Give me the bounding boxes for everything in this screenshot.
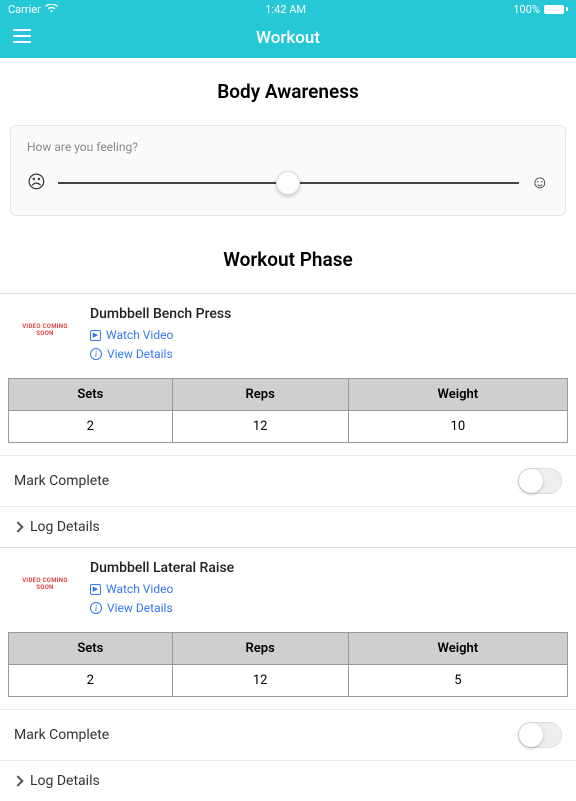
- watch-video-link[interactable]: ▶Watch Video: [90, 582, 562, 596]
- section-title-phase: Workout Phase: [0, 226, 576, 293]
- log-details-label: Log Details: [30, 519, 100, 535]
- exercise-table: SetsRepsWeight 21210: [8, 378, 568, 443]
- exercise-name: Dumbbell Bench Press: [90, 306, 562, 322]
- battery-icon: [544, 5, 568, 14]
- table-row: 2125: [9, 665, 568, 697]
- col-weight: Weight: [348, 633, 567, 665]
- mark-complete-row: Mark Complete: [0, 455, 576, 507]
- carrier-label: Carrier: [8, 3, 41, 16]
- col-sets: Sets: [9, 379, 173, 411]
- video-icon: ▶: [90, 330, 101, 341]
- info-icon: i: [90, 348, 102, 360]
- col-reps: Reps: [172, 633, 348, 665]
- col-reps: Reps: [172, 379, 348, 411]
- view-details-link[interactable]: iView Details: [90, 347, 562, 361]
- happy-face-icon: ☺: [531, 172, 549, 193]
- battery-label: 100%: [513, 3, 540, 16]
- view-details-link[interactable]: iView Details: [90, 601, 562, 615]
- col-sets: Sets: [9, 633, 173, 665]
- status-bar: Carrier 1:42 AM 100%: [0, 0, 576, 18]
- col-weight: Weight: [348, 379, 567, 411]
- nav-bar: Workout: [0, 18, 576, 58]
- menu-button[interactable]: [12, 26, 32, 50]
- chevron-right-icon: [12, 521, 23, 532]
- video-icon: ▶: [90, 584, 101, 595]
- info-icon: i: [90, 602, 102, 614]
- wifi-icon: [45, 3, 58, 16]
- feeling-slider[interactable]: [58, 182, 519, 184]
- feeling-card: How are you feeling? ☹ ☺: [10, 125, 566, 216]
- exercise-card: VIDEO COMING SOON Dumbbell Lateral Raise…: [0, 547, 576, 801]
- exercise-thumbnail[interactable]: VIDEO COMING SOON: [14, 306, 76, 354]
- log-details-row[interactable]: Log Details: [0, 507, 576, 547]
- status-time: 1:42 AM: [265, 3, 306, 16]
- log-details-row[interactable]: Log Details: [0, 761, 576, 801]
- exercise-card: VIDEO COMING SOON Dumbbell Bench Press ▶…: [0, 293, 576, 547]
- mark-complete-toggle[interactable]: [518, 722, 562, 748]
- exercise-name: Dumbbell Lateral Raise: [90, 560, 562, 576]
- page-title: Workout: [256, 28, 320, 48]
- mark-complete-toggle[interactable]: [518, 468, 562, 494]
- watch-video-link[interactable]: ▶Watch Video: [90, 328, 562, 342]
- feeling-label: How are you feeling?: [27, 140, 549, 154]
- chevron-right-icon: [12, 775, 23, 786]
- exercise-table: SetsRepsWeight 2125: [8, 632, 568, 697]
- slider-thumb[interactable]: [276, 171, 300, 195]
- section-title-awareness: Body Awareness: [0, 58, 576, 125]
- table-row: 21210: [9, 411, 568, 443]
- exercise-thumbnail[interactable]: VIDEO COMING SOON: [14, 560, 76, 608]
- mark-complete-label: Mark Complete: [14, 727, 109, 743]
- sad-face-icon: ☹: [27, 172, 46, 193]
- mark-complete-label: Mark Complete: [14, 473, 109, 489]
- mark-complete-row: Mark Complete: [0, 709, 576, 761]
- log-details-label: Log Details: [30, 773, 100, 789]
